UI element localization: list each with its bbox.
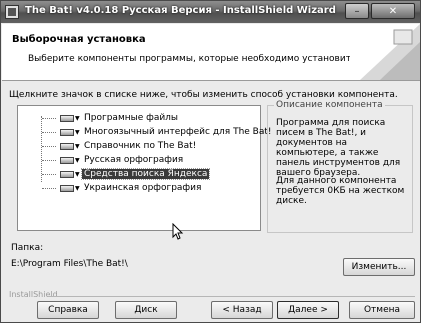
wizard-header: Выборочная установка Выберите компоненты… xyxy=(2,24,420,81)
tree-branch xyxy=(42,145,56,147)
tree-item-label[interactable]: Средства поиска Яндекса xyxy=(80,168,211,180)
drive-icon[interactable]: ▼ xyxy=(60,183,80,193)
tree-item[interactable]: ▼ Многоязычный интерфейс для The Bat! xyxy=(22,126,274,138)
title-bar[interactable]: The Bat! v4.0.18 Русская Версия - Instal… xyxy=(1,1,420,23)
page-title: Выборочная установка xyxy=(12,34,146,45)
feature-tree[interactable]: ▼ Програмные файлы ▼ Многоязычный интерф… xyxy=(17,105,272,231)
tree-item[interactable]: ▼ Украинская орфография xyxy=(22,182,203,194)
tree-branch xyxy=(42,117,56,119)
tree-item-label[interactable]: Програмные файлы xyxy=(82,113,180,123)
disk-space-text: Для данного компонента требуется 0КБ на … xyxy=(276,176,405,206)
tree-branch xyxy=(42,131,56,133)
tree-branch xyxy=(42,187,56,189)
description-legend: Описание компонента xyxy=(274,100,385,110)
tree-item-label[interactable]: Многоязычный интерфейс для The Bat! xyxy=(82,127,274,137)
drive-icon[interactable]: ▼ xyxy=(60,141,80,151)
close-button[interactable]: ✕ xyxy=(371,3,415,19)
back-button[interactable]: < Назад xyxy=(211,301,273,319)
folder-path: E:\Program Files\The Bat!\ xyxy=(11,259,128,269)
app-icon xyxy=(5,5,19,19)
component-description-group: Описание компонента Программа для поиска… xyxy=(267,100,413,233)
tree-item[interactable]: ▼ Справочник по The Bat! xyxy=(22,140,198,152)
drive-icon[interactable]: ▼ xyxy=(60,155,80,165)
drive-icon[interactable]: ▼ xyxy=(60,113,80,123)
change-folder-button[interactable]: Изменить... xyxy=(343,258,415,276)
footer-divider xyxy=(49,296,415,297)
cancel-button[interactable]: Отмена xyxy=(349,301,415,319)
header-decoration-icon xyxy=(350,24,420,80)
folder-label: Папка: xyxy=(11,243,44,253)
tree-item-selected[interactable]: ▼ Средства поиска Яндекса xyxy=(22,168,211,180)
tree-item-label[interactable]: Украинская орфография xyxy=(82,183,203,193)
window-title: The Bat! v4.0.18 Русская Версия - Instal… xyxy=(25,5,336,16)
tree-item-label[interactable]: Справочник по The Bat! xyxy=(82,141,198,151)
instruction-text: Щелкните значок в списке ниже, чтобы изм… xyxy=(9,90,398,100)
tree-item[interactable]: ▼ Русская орфография xyxy=(22,154,185,166)
tree-branch xyxy=(42,173,56,175)
minimize-button[interactable]: – xyxy=(345,3,369,19)
drive-icon[interactable]: ▼ xyxy=(60,169,80,179)
installer-window: The Bat! v4.0.18 Русская Версия - Instal… xyxy=(0,0,421,323)
mouse-cursor-icon xyxy=(172,223,184,240)
tree-item-label[interactable]: Русская орфография xyxy=(82,155,185,165)
description-text: Программа для поиска писем в The Bat!, и… xyxy=(276,118,401,178)
tree-item[interactable]: ▼ Програмные файлы xyxy=(22,112,180,124)
installshield-brand: InstallShield xyxy=(9,290,58,299)
help-button[interactable]: Справка xyxy=(37,301,99,319)
drive-icon[interactable]: ▼ xyxy=(60,127,80,137)
tree-branch xyxy=(42,159,56,161)
disk-button[interactable]: Диск xyxy=(115,301,177,319)
next-button[interactable]: Далее > xyxy=(277,301,339,319)
page-subtitle: Выберите компоненты программы, которые н… xyxy=(28,54,360,64)
